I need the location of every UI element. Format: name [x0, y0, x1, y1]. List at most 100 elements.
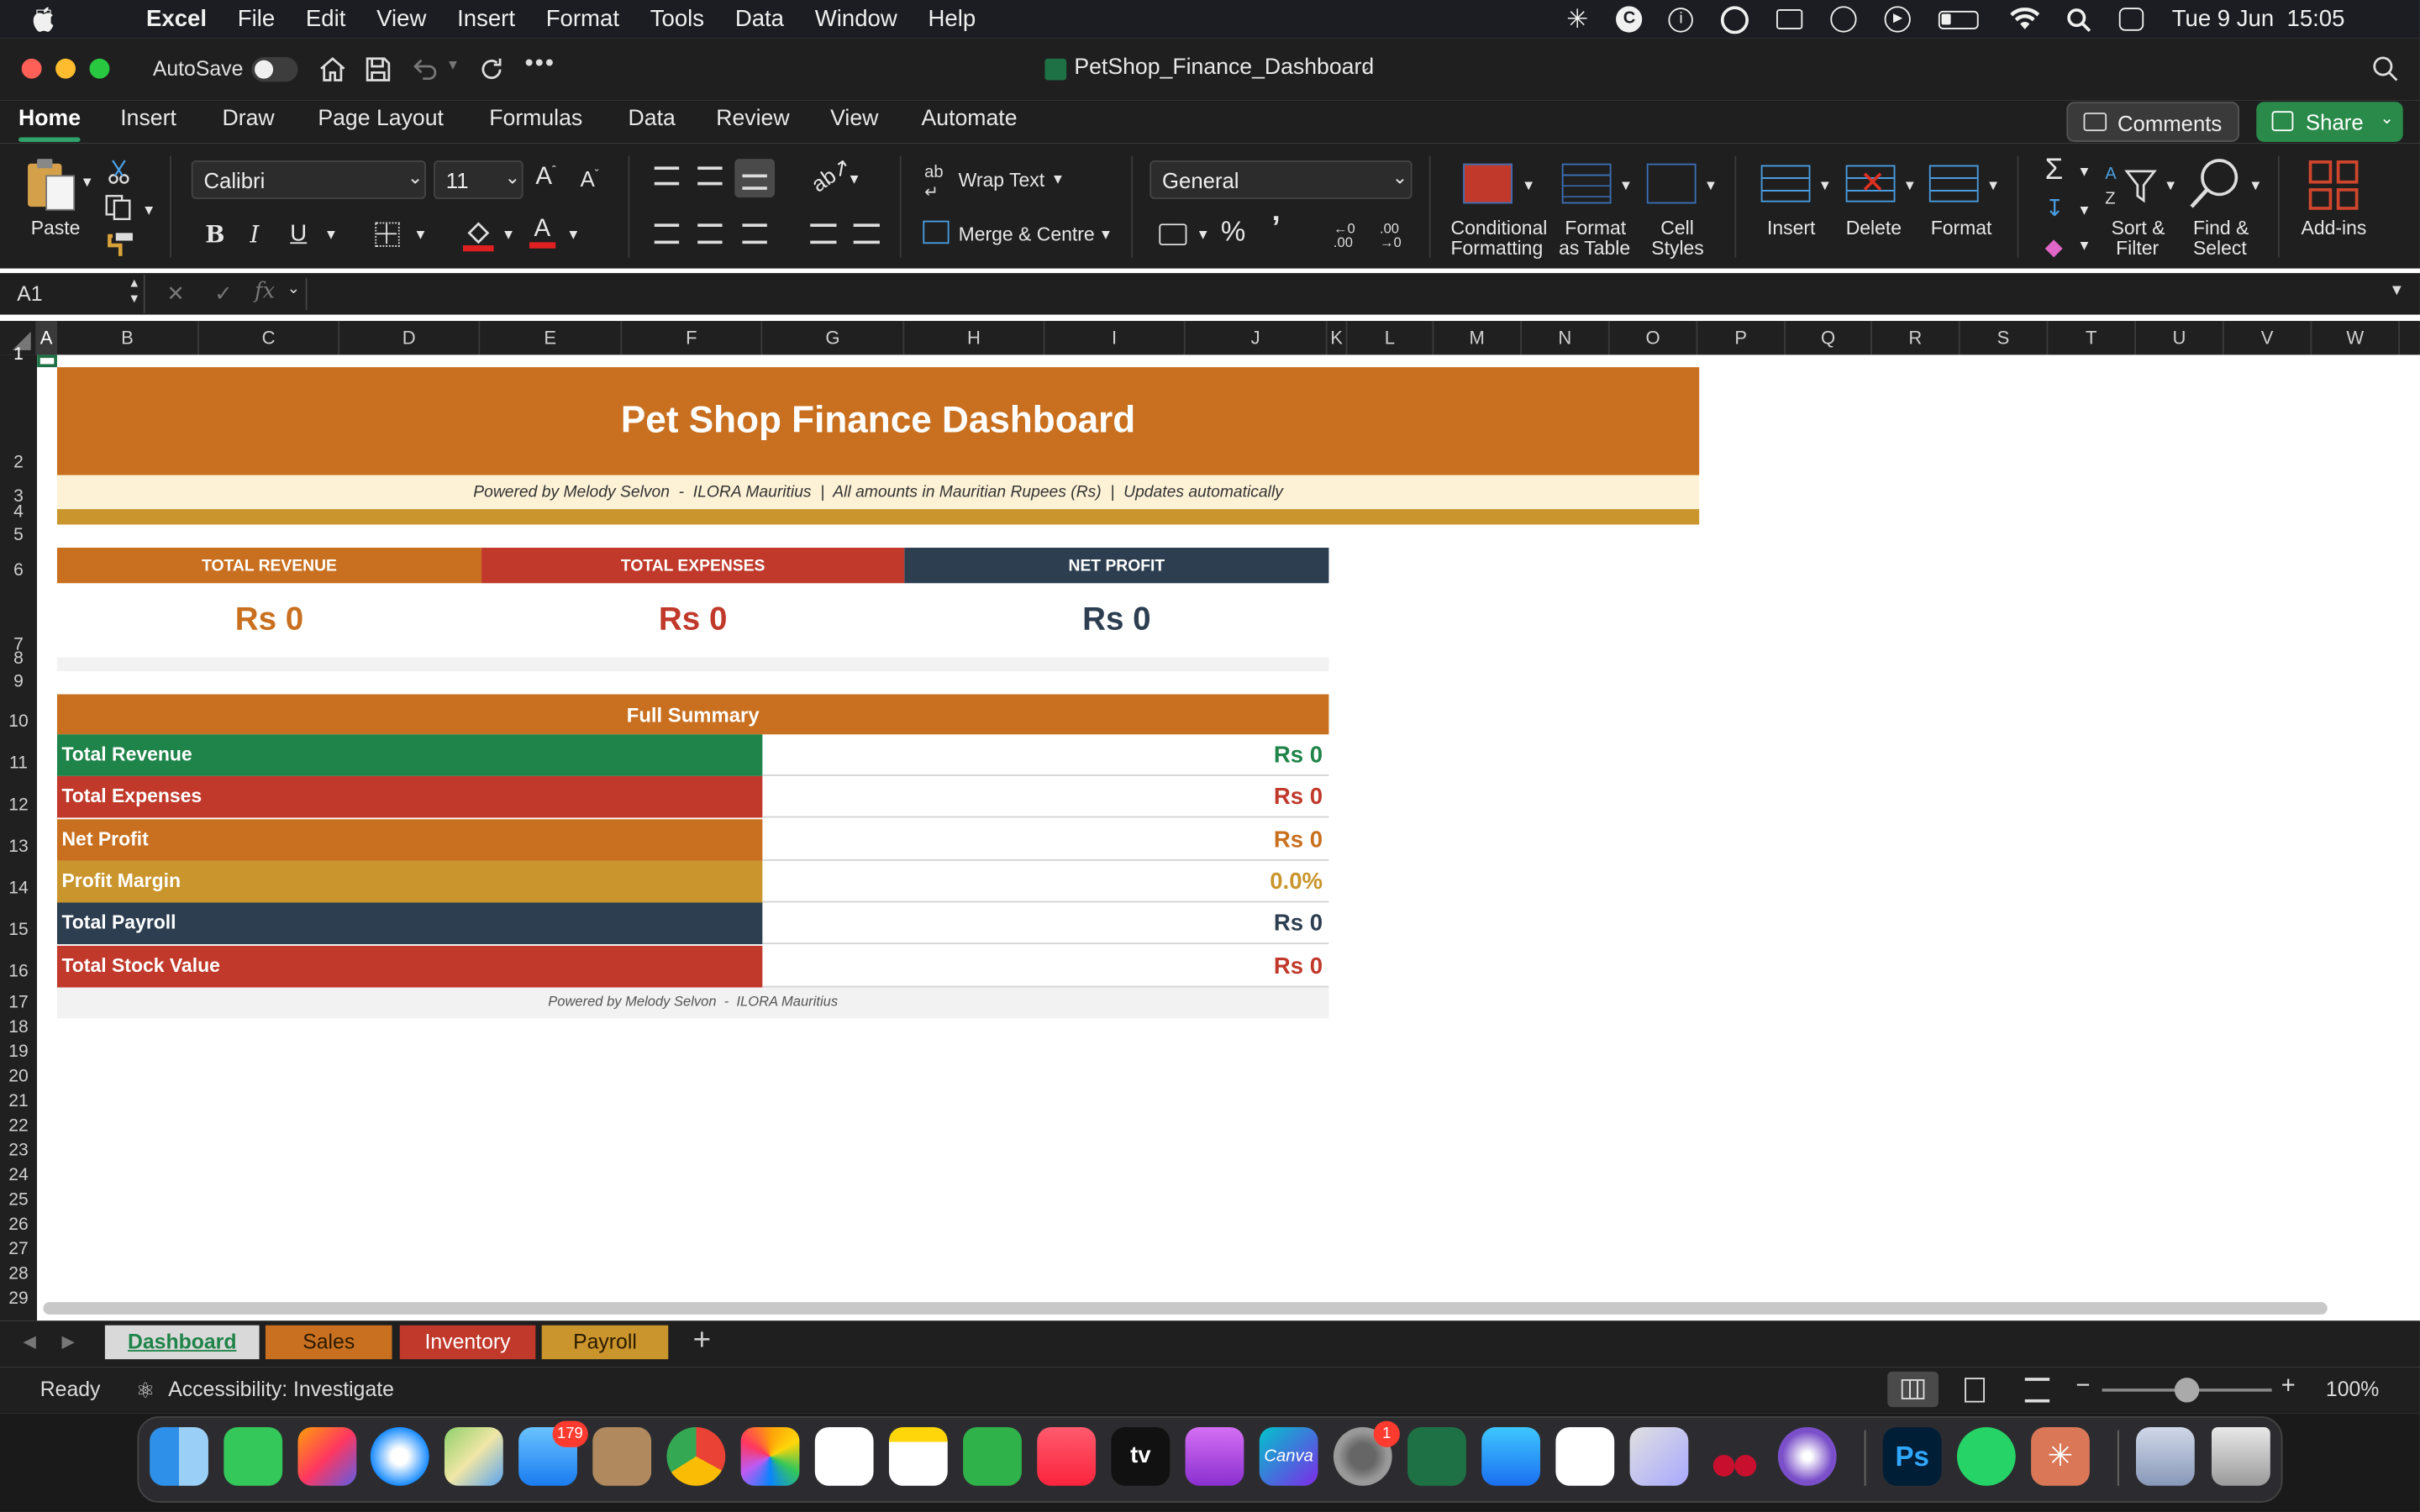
- contacts-icon[interactable]: [592, 1426, 652, 1486]
- cell-styles-label-2[interactable]: Styles: [1651, 239, 1704, 260]
- row-header-4[interactable]: 4: [0, 501, 37, 525]
- add-ins-icon[interactable]: [2308, 160, 2359, 210]
- colorsync-icon[interactable]: [1629, 1426, 1689, 1486]
- decrease-indent-icon[interactable]: [810, 223, 837, 244]
- row-header-14[interactable]: 14: [0, 878, 37, 901]
- increase-font-size-icon[interactable]: Aˆ: [535, 164, 556, 192]
- autosum-icon[interactable]: Σ: [2045, 155, 2064, 188]
- clear-chevron-icon[interactable]: ▼: [2077, 238, 2091, 253]
- decrease-font-size-icon[interactable]: Aˇ: [581, 166, 599, 191]
- user-circle-icon[interactable]: [1830, 6, 1858, 33]
- column-header-p[interactable]: P: [1697, 321, 1786, 355]
- more-icon[interactable]: •••: [524, 51, 555, 79]
- zoom-slider-thumb[interactable]: [2174, 1378, 2200, 1403]
- expand-formula-bar-icon[interactable]: ▼: [2389, 282, 2404, 299]
- accessibility-status[interactable]: Accessibility: Investigate: [168, 1378, 394, 1401]
- conditional-formatting-icon[interactable]: [1463, 163, 1512, 204]
- tab-review[interactable]: Review: [716, 107, 789, 131]
- menu-insert[interactable]: Insert: [457, 6, 515, 32]
- row-header-8[interactable]: 8: [0, 648, 37, 671]
- increase-indent-icon[interactable]: [853, 223, 880, 244]
- row-header-9[interactable]: 9: [0, 671, 37, 695]
- format-as-table-icon[interactable]: [1561, 163, 1612, 204]
- decrease-decimal-icon[interactable]: .00 →0: [1380, 222, 1402, 249]
- cherry-icon[interactable]: [1704, 1427, 1763, 1486]
- font-color-icon[interactable]: A: [529, 216, 555, 249]
- sort-filter-label-2[interactable]: Filter: [2116, 239, 2159, 260]
- sheet-tab-sales[interactable]: Sales: [265, 1325, 392, 1360]
- zoom-level[interactable]: 100%: [2326, 1378, 2379, 1401]
- menu-view[interactable]: View: [376, 6, 426, 32]
- column-header-v[interactable]: V: [2224, 321, 2312, 355]
- page-layout-view-icon[interactable]: [1965, 1378, 1985, 1403]
- merge-centre-chevron-icon[interactable]: ▼: [1099, 227, 1113, 242]
- format-as-table-chevron-icon[interactable]: ▼: [1619, 177, 1633, 192]
- font-color-chevron-icon[interactable]: ▼: [566, 227, 580, 242]
- reminders-icon[interactable]: [814, 1426, 874, 1486]
- align-bottom-icon[interactable]: [734, 159, 776, 198]
- active-cell-a1[interactable]: [37, 354, 57, 368]
- borders-icon[interactable]: [375, 222, 400, 247]
- column-header-m[interactable]: M: [1434, 321, 1522, 355]
- copy-icon[interactable]: [105, 194, 133, 221]
- sheet-tab-inventory[interactable]: Inventory: [399, 1325, 536, 1360]
- find-select-chevron-icon[interactable]: ▼: [2249, 177, 2262, 192]
- keyboard-icon[interactable]: [1776, 9, 1803, 29]
- document-title[interactable]: PetShop_Finance_Dashboard: [1074, 55, 1374, 80]
- summary-value[interactable]: 0.0%: [762, 861, 1329, 903]
- menu-data[interactable]: Data: [735, 6, 784, 32]
- tab-insert[interactable]: Insert: [120, 107, 176, 131]
- merge-centre-label[interactable]: Merge & Centre: [959, 223, 1095, 245]
- menu-help[interactable]: Help: [928, 6, 976, 32]
- row-header-6[interactable]: 6: [0, 560, 37, 584]
- column-header-i[interactable]: I: [1044, 321, 1186, 355]
- insert-cells-icon[interactable]: [1760, 165, 1811, 202]
- column-header-t[interactable]: T: [2048, 321, 2136, 355]
- sort-filter-chevron-icon[interactable]: ▼: [2164, 177, 2177, 192]
- next-sheet-icon[interactable]: ▶: [61, 1331, 75, 1352]
- horizontal-scrollbar[interactable]: [43, 1302, 2328, 1315]
- undo-icon[interactable]: [411, 57, 439, 81]
- orientation-chevron-icon[interactable]: ▼: [847, 171, 860, 186]
- align-right-icon[interactable]: [742, 223, 767, 244]
- name-box[interactable]: A1 ▲ ▼: [0, 274, 145, 313]
- wifi-icon[interactable]: [2010, 8, 2041, 31]
- column-header-w[interactable]: W: [2312, 321, 2401, 355]
- zoom-out-icon[interactable]: −: [2075, 1373, 2090, 1401]
- format-cells-icon[interactable]: [1928, 165, 1979, 202]
- cell-styles-icon[interactable]: [1646, 163, 1697, 204]
- tab-formulas[interactable]: Formulas: [489, 107, 582, 131]
- summary-row[interactable]: Total Payroll Rs 0: [56, 902, 1329, 945]
- borders-chevron-icon[interactable]: ▼: [413, 227, 427, 242]
- fill-chevron-icon[interactable]: ▼: [2077, 202, 2091, 218]
- column-header-d[interactable]: D: [339, 321, 481, 355]
- photoshop-icon[interactable]: Ps: [1882, 1426, 1942, 1486]
- summary-row[interactable]: Total Revenue Rs 0: [56, 734, 1329, 776]
- column-header-a[interactable]: A: [37, 321, 57, 355]
- formula-input[interactable]: [305, 277, 2374, 311]
- sheet-tab-payroll[interactable]: Payroll: [541, 1325, 669, 1360]
- play-circle-icon[interactable]: ▶: [1885, 6, 1912, 33]
- cancel-entry-icon[interactable]: ✕: [166, 281, 185, 307]
- tab-data[interactable]: Data: [629, 107, 676, 131]
- apple-tv-icon[interactable]: tv: [1111, 1426, 1171, 1486]
- numbers-icon[interactable]: [963, 1426, 1022, 1486]
- app-store-icon[interactable]: [1481, 1426, 1541, 1486]
- percent-icon[interactable]: %: [1221, 216, 1245, 249]
- capcut-icon[interactable]: [1555, 1426, 1615, 1486]
- menu-edit[interactable]: Edit: [306, 6, 345, 32]
- row-header-21[interactable]: 21: [0, 1091, 37, 1115]
- finder-icon[interactable]: [150, 1426, 208, 1486]
- notes-icon[interactable]: [888, 1426, 948, 1486]
- sparkle-icon[interactable]: ✳: [1566, 4, 1588, 35]
- row-header-12[interactable]: 12: [0, 795, 37, 818]
- sheet-tab-dashboard[interactable]: Dashboard: [104, 1325, 260, 1360]
- add-sheet-button[interactable]: +: [693, 1324, 711, 1359]
- row-header-13[interactable]: 13: [0, 836, 37, 859]
- row-header-11[interactable]: 11: [0, 753, 37, 776]
- underline-chevron-icon[interactable]: ▼: [324, 227, 338, 242]
- tab-automate[interactable]: Automate: [922, 107, 1018, 131]
- summary-value[interactable]: Rs 0: [762, 734, 1329, 776]
- row-header-2[interactable]: 2: [0, 452, 37, 475]
- clock[interactable]: Tue 9 Jun 15:05: [2172, 6, 2345, 32]
